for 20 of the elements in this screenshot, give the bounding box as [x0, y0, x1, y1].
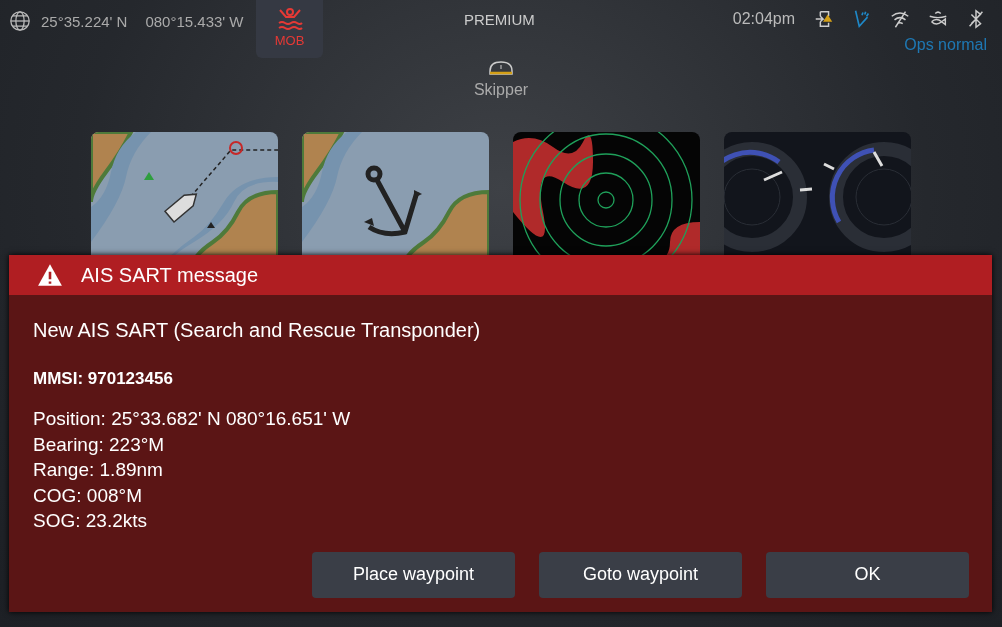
input-warning-icon[interactable]: [813, 8, 835, 30]
dialog-title: AIS SART message: [81, 263, 259, 287]
clock-text: 02:04pm: [732, 10, 795, 28]
message-heading: New AIS SART (Search and Rescue Transponder): [33, 319, 482, 342]
detail-line: Position: 25°33.682' N 080°16.651' W: [33, 407, 352, 431]
ops-status-text: Ops normal: [904, 36, 987, 54]
globe-icon: [9, 10, 31, 32]
latitude-text: 25°35.224' N: [41, 12, 128, 30]
detail-line: SOG: 23.2kts: [33, 509, 149, 533]
dialog-button[interactable]: Place waypoint: [312, 551, 515, 598]
mmsi-text: MMSI: 970123456: [33, 369, 174, 389]
longitude-text: 080°15.433' W: [145, 12, 244, 30]
dialog-button[interactable]: OK: [766, 551, 969, 598]
warning-icon: [37, 263, 63, 287]
detail-line: Range: 1.89nm: [33, 458, 164, 482]
detail-line: COG: 008°M: [33, 483, 143, 508]
mode-label: PREMIUM: [464, 11, 535, 28]
detail-line: Bearing: 223°M: [33, 432, 166, 457]
dialog-button[interactable]: Goto waypoint: [539, 551, 742, 598]
profile-label: Skipper: [473, 81, 529, 99]
